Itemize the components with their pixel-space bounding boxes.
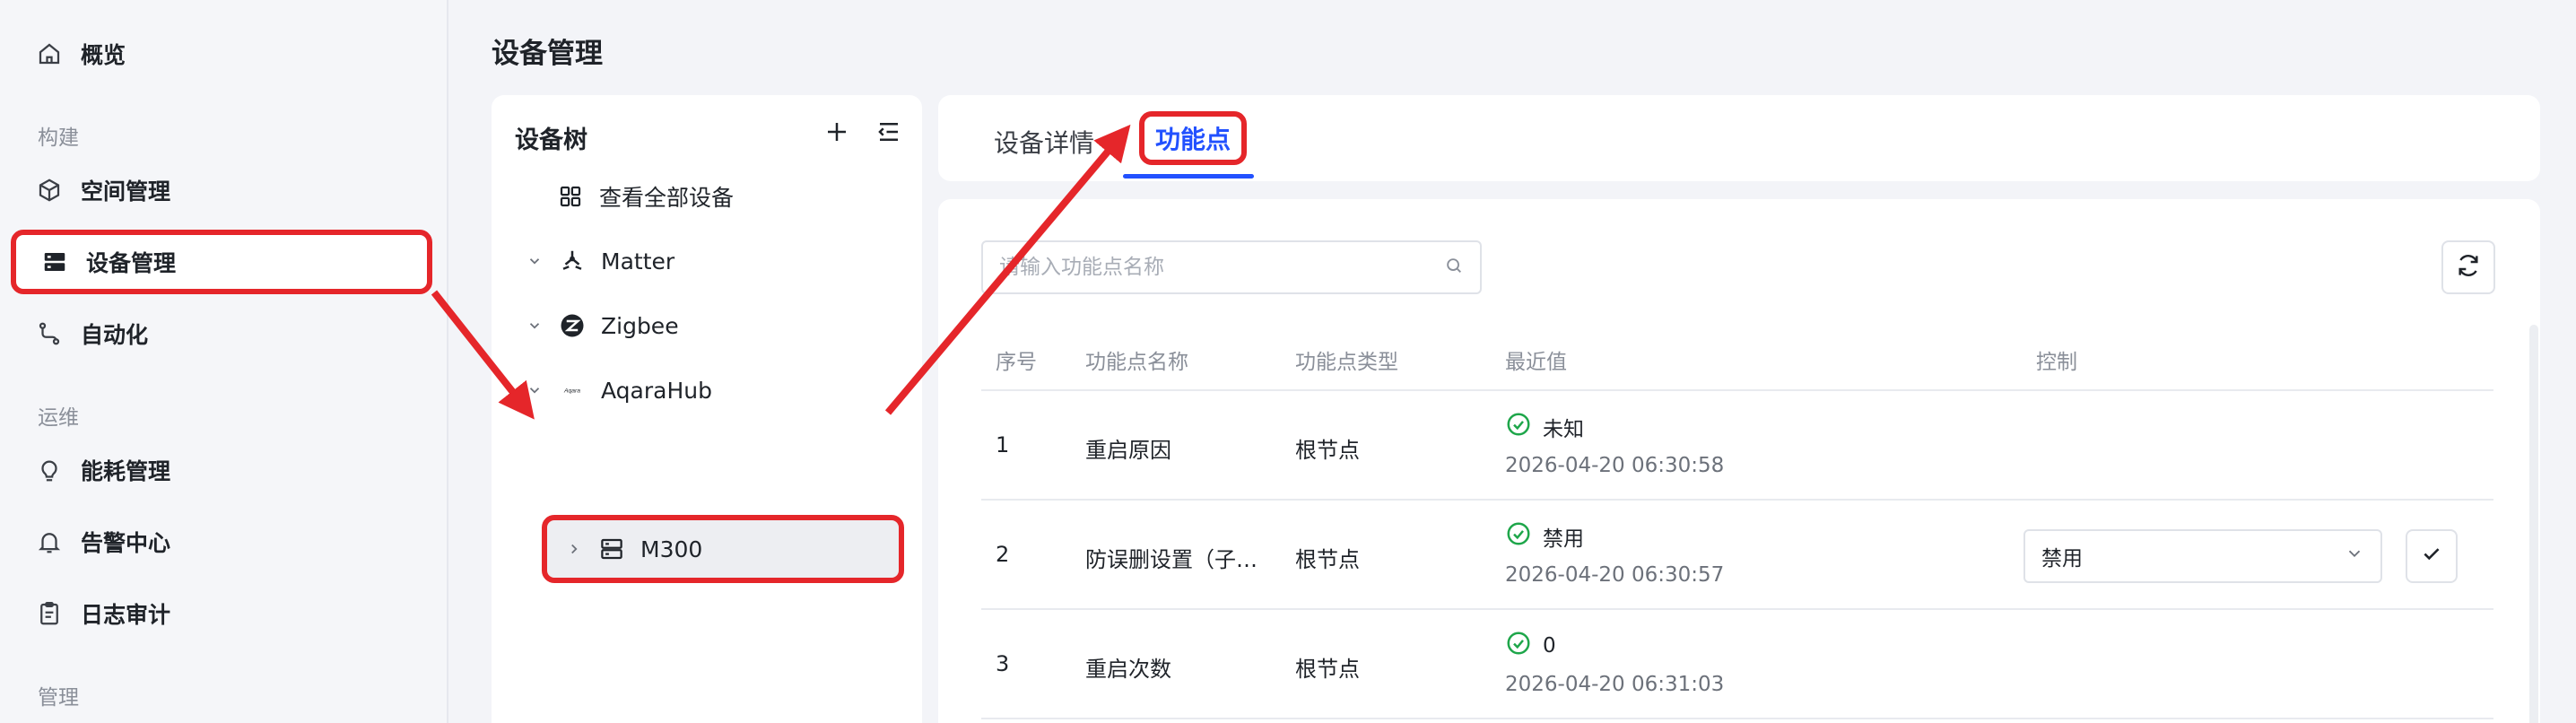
- matter-logo-icon: [558, 247, 587, 275]
- sidebar-item-label: 概览: [81, 42, 126, 68]
- table-scrollbar[interactable]: [2529, 325, 2538, 723]
- tree-title: 设备树: [515, 126, 587, 154]
- col-header-type: 功能点类型: [1295, 351, 1398, 374]
- tree-item-label: 查看全部设备: [599, 185, 735, 211]
- cube-icon: [36, 177, 63, 204]
- value-timestamp: 2026-04-20 06:31:03: [1505, 673, 1725, 696]
- sidebar-item-space[interactable]: 空间管理: [36, 169, 170, 212]
- check-icon: [2420, 542, 2443, 571]
- cell-no: 3: [996, 651, 1010, 676]
- tab-functions[interactable]: 功能点: [1139, 111, 1248, 165]
- chevron-down-icon[interactable]: [524, 315, 545, 336]
- table-row: 2 防误删设置（子… 根节点 禁用 2026-04-20 06:30:57 禁用: [981, 501, 2493, 610]
- sidebar-item-label: 自动化: [81, 322, 149, 348]
- nav-group-ops: 运维: [38, 406, 79, 430]
- clipboard-icon: [36, 600, 63, 627]
- search-input[interactable]: [999, 256, 1444, 279]
- functions-table: 序号 功能点名称 功能点类型 最近值 控制 1 重启原因 根节点 未知 2026…: [981, 319, 2493, 719]
- sidebar-item-alarms[interactable]: 告警中心: [36, 520, 170, 563]
- device-tree-panel: 设备树 查看全部设备 Matter Zigbee Aqara AqaraHub …: [492, 95, 922, 723]
- cell-name: 重启次数: [1085, 657, 1171, 682]
- bell-icon: [36, 528, 63, 555]
- check-circle-icon: [1505, 630, 1543, 662]
- table-header: 序号 功能点名称 功能点类型 最近值 控制: [981, 319, 2493, 391]
- cell-no: 2: [996, 542, 1010, 567]
- add-icon[interactable]: [823, 118, 850, 149]
- chevron-down-icon: [2345, 544, 2364, 569]
- tree-item-matter[interactable]: Matter: [524, 239, 674, 283]
- svg-text:Aqara: Aqara: [563, 388, 580, 394]
- col-header-name: 功能点名称: [1085, 351, 1188, 374]
- sidebar-item-label: 能耗管理: [81, 458, 171, 484]
- refresh-button[interactable]: [2441, 240, 2495, 294]
- sidebar-item-energy[interactable]: 能耗管理: [36, 449, 170, 492]
- lightbulb-icon: [36, 457, 63, 483]
- zigbee-logo-icon: [558, 311, 587, 340]
- search-icon[interactable]: [1444, 256, 1464, 279]
- sidebar-item-label: 设备管理: [86, 250, 177, 276]
- tree-item-aqarahub[interactable]: Aqara AqaraHub: [524, 368, 712, 413]
- tree-item-label: AqaraHub: [601, 377, 712, 404]
- value-text: 未知: [1543, 418, 1584, 441]
- aqara-logo-icon: Aqara: [558, 376, 587, 405]
- cell-latest-value: 0 2026-04-20 06:31:03: [1505, 630, 1724, 696]
- chevron-down-icon[interactable]: [524, 250, 545, 272]
- active-tab-indicator: [1123, 174, 1254, 179]
- tab-device-details[interactable]: 设备详情: [994, 124, 1094, 160]
- chevron-down-icon[interactable]: [524, 379, 545, 401]
- col-header-control: 控制: [2036, 351, 2077, 374]
- cell-latest-value: 禁用 2026-04-20 06:30:57: [1505, 520, 1724, 587]
- collapse-menu-icon[interactable]: [875, 118, 902, 149]
- sidebar-item-label: 日志审计: [81, 602, 171, 628]
- search-box: [981, 240, 1482, 294]
- table-row: 1 重启原因 根节点 未知 2026-04-20 06:30:58: [981, 391, 2493, 501]
- sidebar-item-devices[interactable]: 设备管理: [11, 230, 432, 294]
- sidebar-item-logs[interactable]: 日志审计: [36, 592, 170, 635]
- col-header-no: 序号: [996, 351, 1037, 374]
- tree-item-label: Matter: [601, 248, 675, 274]
- tree-item-label: M300: [640, 536, 703, 562]
- cell-name: 防误删设置（子…: [1085, 547, 1258, 572]
- tree-item-zigbee[interactable]: Zigbee: [524, 303, 679, 348]
- tabs-bar: 设备详情 功能点: [938, 95, 2540, 181]
- tree-item-view-all[interactable]: 查看全部设备: [556, 174, 734, 219]
- sidebar-item-automation[interactable]: 自动化: [36, 312, 148, 355]
- sidebar-item-overview[interactable]: 概览: [36, 32, 126, 75]
- home-icon: [36, 40, 63, 67]
- tree-item-label: Zigbee: [601, 312, 679, 339]
- sidebar-item-label: 告警中心: [81, 530, 171, 556]
- value-text: 禁用: [1543, 527, 1584, 551]
- cell-type: 根节点: [1295, 438, 1360, 463]
- server-icon: [41, 248, 68, 275]
- value-timestamp: 2026-04-20 06:30:57: [1505, 563, 1725, 587]
- grid-icon: [556, 182, 585, 211]
- table-row: 3 重启次数 根节点 0 2026-04-20 06:31:03: [981, 610, 2493, 719]
- value-text: 0: [1543, 634, 1556, 658]
- confirm-button[interactable]: [2406, 529, 2458, 583]
- sidebar: 概览 构建 空间管理 设备管理 自动化 运维 能耗管理 告警中心 日志审计 管理: [0, 0, 448, 723]
- check-circle-icon: [1505, 520, 1543, 553]
- col-header-value: 最近值: [1505, 351, 1567, 374]
- cell-name: 重启原因: [1085, 438, 1171, 463]
- cell-no: 1: [996, 432, 1010, 457]
- select-value: 禁用: [2041, 547, 2083, 571]
- value-timestamp: 2026-04-20 06:30:58: [1505, 454, 1725, 477]
- nav-group-build: 构建: [38, 126, 79, 150]
- server-icon: [597, 535, 626, 563]
- chevron-right-icon[interactable]: [563, 538, 585, 560]
- tree-item-m300[interactable]: M300: [542, 515, 904, 583]
- cell-type: 根节点: [1295, 657, 1360, 682]
- sidebar-item-label: 空间管理: [81, 179, 171, 205]
- nav-group-manage: 管理: [38, 686, 79, 710]
- check-circle-icon: [1505, 411, 1543, 443]
- app-frame: 概览 构建 空间管理 设备管理 自动化 运维 能耗管理 告警中心 日志审计 管理…: [0, 0, 2576, 723]
- refresh-icon: [2454, 251, 2483, 283]
- page-title: 设备管理: [492, 38, 603, 70]
- functions-panel: 序号 功能点名称 功能点类型 最近值 控制 1 重启原因 根节点 未知 2026…: [938, 199, 2540, 723]
- cell-latest-value: 未知 2026-04-20 06:30:58: [1505, 411, 1724, 477]
- cell-type: 根节点: [1295, 547, 1360, 572]
- control-select[interactable]: 禁用: [2023, 529, 2382, 583]
- tree-toolbar: [823, 118, 902, 149]
- flow-icon: [36, 320, 63, 347]
